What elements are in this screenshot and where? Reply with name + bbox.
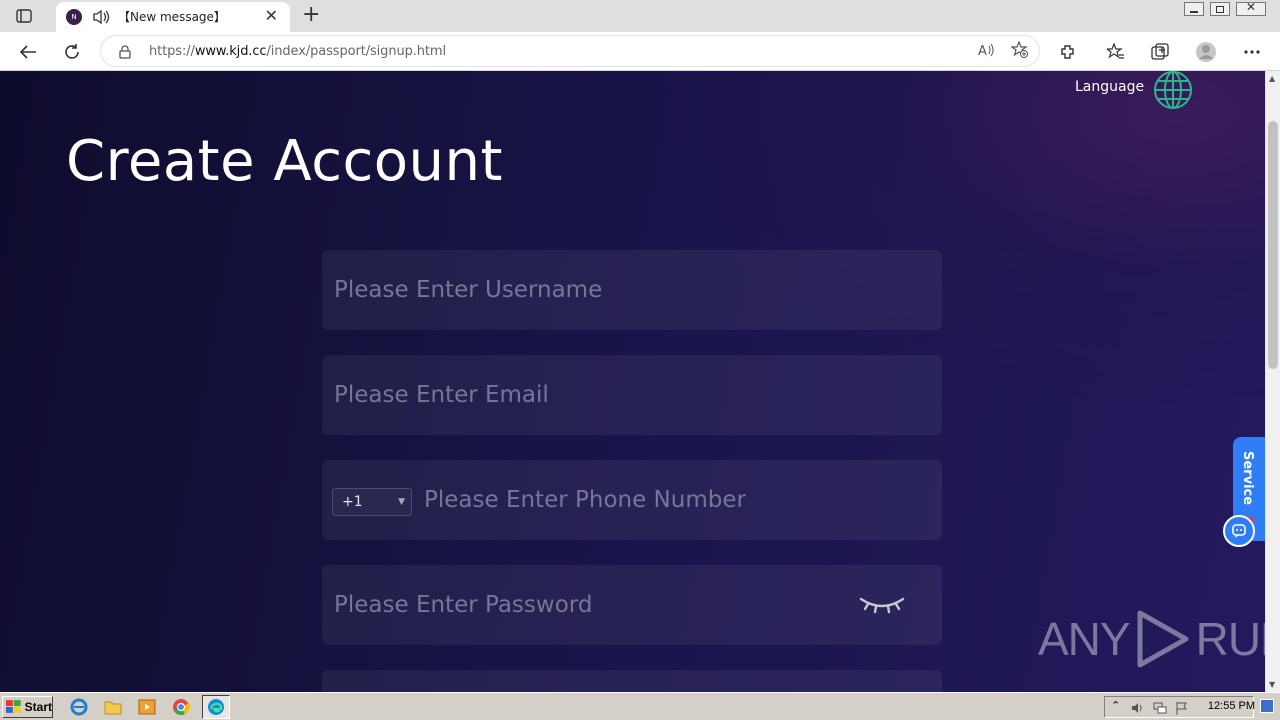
system-tray: ⌃ 12:55 PM — [1104, 696, 1255, 719]
close-window-icon[interactable]: ✕ — [1236, 0, 1266, 16]
edge-taskbar-icon[interactable] — [202, 695, 230, 719]
email-field — [322, 355, 942, 435]
page-scrollbar[interactable]: ▲ ▼ — [1265, 71, 1280, 692]
tab-favicon-icon: N — [66, 9, 82, 25]
country-code-select[interactable]: +1 ▼ — [332, 488, 412, 516]
start-label: Start — [24, 700, 52, 714]
eye-closed-icon[interactable] — [858, 591, 906, 619]
scroll-thumb[interactable] — [1268, 121, 1278, 369]
show-desktop-icon[interactable] — [1260, 699, 1274, 713]
watermark-left: ANY — [1038, 613, 1131, 665]
page-title: Create Account — [66, 129, 503, 194]
add-favorite-icon[interactable] — [1010, 40, 1029, 63]
folder-icon[interactable] — [104, 698, 122, 716]
browser-toolbar: https://www.kjd.cc/index/passport/signup… — [0, 32, 1280, 71]
username-field — [322, 250, 942, 330]
scroll-up-icon[interactable]: ▲ — [1269, 74, 1275, 83]
windows-logo-icon — [6, 700, 21, 713]
anyrun-watermark: ANY RUN — [1038, 609, 1265, 669]
read-aloud-icon[interactable]: A — [977, 41, 995, 63]
network-icon[interactable] — [1153, 700, 1167, 719]
chrome-icon[interactable] — [172, 698, 190, 716]
speaker-icon[interactable] — [92, 9, 110, 29]
email-input[interactable] — [332, 355, 832, 435]
flag-icon[interactable] — [1175, 700, 1189, 719]
url-text[interactable]: https://www.kjd.cc/index/passport/signup… — [149, 44, 446, 59]
minimize-window-icon[interactable] — [1184, 2, 1204, 16]
ie-icon[interactable] — [70, 698, 88, 716]
watermark-right: RUN — [1195, 613, 1265, 665]
country-code-value: +1 — [342, 494, 363, 510]
globe-icon[interactable] — [1153, 71, 1193, 114]
profile-avatar-icon[interactable] — [1194, 40, 1218, 64]
refresh-icon[interactable] — [60, 40, 84, 64]
os-taskbar: Start ⌃ 12:55 PM — [0, 692, 1280, 720]
start-button[interactable]: Start — [2, 696, 53, 718]
password-input[interactable] — [332, 565, 832, 645]
browser-tab-bar: N 【New message】 ✕ + ✕ — [0, 0, 1280, 32]
next-field — [322, 670, 942, 692]
password-field — [322, 565, 942, 645]
browser-tab[interactable]: N 【New message】 ✕ — [56, 2, 290, 32]
scroll-down-icon[interactable]: ▼ — [1269, 680, 1275, 689]
tab-actions-icon[interactable] — [10, 7, 38, 25]
media-player-icon[interactable] — [138, 698, 156, 716]
favorites-icon[interactable] — [1104, 40, 1128, 64]
tab-title: 【New message】 — [118, 10, 226, 24]
more-menu-icon[interactable] — [1240, 40, 1264, 64]
back-arrow-icon[interactable] — [16, 40, 40, 64]
username-input[interactable] — [332, 250, 832, 330]
clock[interactable]: 12:55 PM — [1208, 700, 1255, 712]
new-tab-icon[interactable]: + — [302, 4, 320, 26]
signup-page: Language Create Account +1 ▼ ANY RUN — [0, 71, 1265, 692]
phone-field: +1 ▼ — [322, 460, 942, 540]
svg-text:A: A — [978, 44, 987, 59]
restore-window-icon[interactable] — [1210, 2, 1230, 16]
chat-bubble-icon[interactable] — [1223, 515, 1255, 547]
chevron-down-icon: ▼ — [398, 497, 405, 507]
service-label: Service — [1240, 451, 1255, 506]
volume-icon[interactable] — [1131, 700, 1145, 719]
address-bar[interactable]: https://www.kjd.cc/index/passport/signup… — [100, 35, 1040, 67]
extensions-icon[interactable] — [1056, 40, 1080, 64]
phone-input[interactable] — [422, 460, 922, 540]
play-logo-icon — [1137, 610, 1189, 668]
collections-icon[interactable] — [1148, 40, 1172, 64]
language-label[interactable]: Language — [1075, 79, 1144, 95]
show-hidden-icons-icon[interactable]: ⌃ — [1111, 699, 1120, 712]
close-tab-icon[interactable]: ✕ — [265, 8, 278, 24]
lock-icon[interactable] — [119, 44, 131, 63]
